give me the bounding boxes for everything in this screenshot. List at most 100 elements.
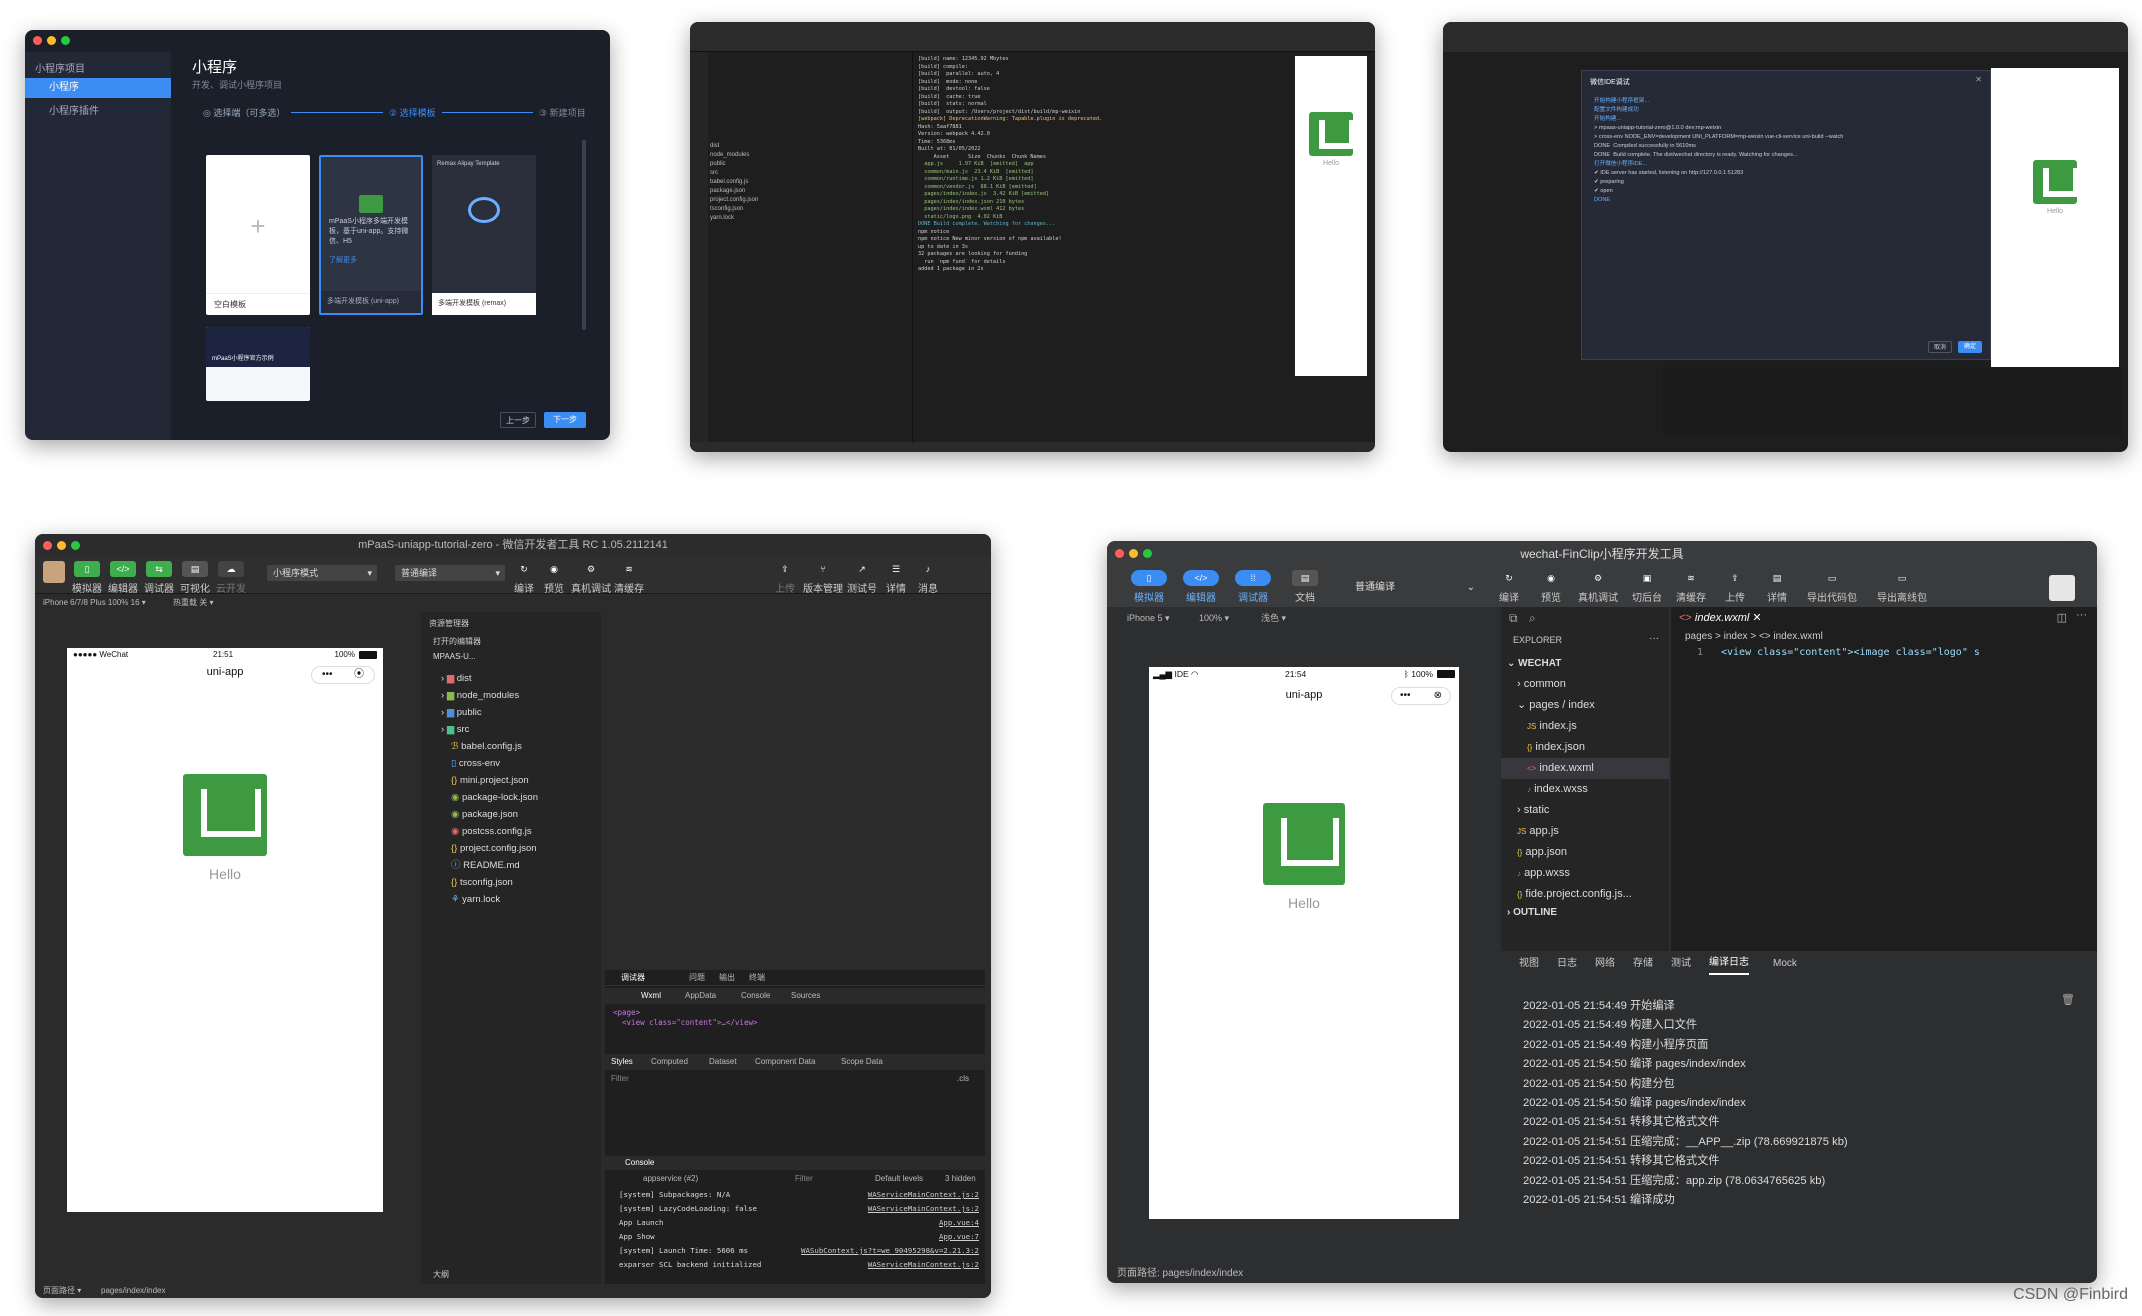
tree-item[interactable]: ◉ package-lock.json (441, 789, 538, 806)
tree-item[interactable]: {} mini.project.json (441, 772, 538, 789)
compile-button[interactable]: ↻ 编译 (509, 561, 539, 596)
tree-item[interactable]: yarn.lock (710, 214, 910, 223)
console-tab[interactable]: Console (625, 1156, 654, 1170)
tab-component-data[interactable]: Component Data (755, 1054, 815, 1070)
tab-console[interactable]: Console (741, 988, 770, 1004)
tree-item[interactable]: ℬ babel.config.js (441, 738, 538, 755)
tab-computed[interactable]: Computed (651, 1054, 688, 1070)
avatar[interactable] (2049, 575, 2075, 601)
tab-network[interactable]: 网络 (1595, 953, 1615, 975)
search-icon[interactable]: ⌕ (1529, 611, 1536, 626)
confirm-button[interactable]: 确定 (1958, 341, 1982, 353)
sidebar-item-miniprogram[interactable]: 小程序 (25, 78, 171, 98)
code-line[interactable]: <view class="content"><image class="logo… (1721, 647, 2091, 658)
levels-select[interactable]: Default levels (875, 1172, 923, 1186)
tree-item[interactable]: JS index.js (1501, 716, 1669, 737)
tree-item[interactable]: {} project.config.json (441, 840, 538, 857)
tree-item[interactable]: {} tsconfig.json (441, 874, 538, 891)
cloud-toggle[interactable]: ☁ 云开发 (215, 561, 247, 595)
editor-toggle[interactable]: </> 编辑器 (107, 561, 139, 595)
template-card-sample[interactable]: mPaaS小程序官方示例 (206, 327, 310, 401)
mode-select[interactable]: 小程序模式 ▾ (267, 565, 377, 581)
tree-item[interactable]: {} app.json (1501, 842, 1669, 863)
tab-styles[interactable]: Styles (611, 1054, 633, 1070)
scrollbar[interactable] (582, 140, 586, 330)
outline-toggle[interactable]: 大纲 (433, 1269, 449, 1280)
tree-item[interactable]: ▯ cross-env (441, 755, 538, 772)
details-button[interactable]: ☰ 详情 (881, 561, 911, 596)
tree-root[interactable]: ⌄ WECHAT (1501, 653, 1669, 674)
editor-tab[interactable]: <> index.wxml ✕ (1679, 607, 1762, 629)
tab-debugger[interactable]: 调试器 (621, 970, 645, 986)
split-editor-icon[interactable]: ◫ (2057, 611, 2067, 624)
compile-select[interactable]: 普通编译 ▾ (395, 565, 505, 581)
tree-item[interactable]: › ▆ public (441, 704, 538, 721)
explorer-more-icon[interactable]: ··· (1649, 633, 1659, 644)
version-button[interactable]: ⑂ 版本管理 (803, 561, 843, 595)
wxml-line[interactable]: <view class="content">…</view> (613, 1018, 757, 1028)
docs-toggle[interactable]: ▤ 文档 (1285, 570, 1325, 604)
messages-button[interactable]: ♪ 消息 (913, 561, 943, 595)
tab-view[interactable]: 视图 (1519, 953, 1539, 975)
export-package-button[interactable]: ▭ 导出代码包 (1799, 570, 1865, 605)
tree-item[interactable]: › ▆ node_modules (441, 687, 538, 704)
tab-compile-log[interactable]: 编译日志 (1709, 953, 1749, 975)
capsule-button[interactable]: ••• ⦿ (311, 666, 375, 684)
tree-item[interactable]: › static (1501, 800, 1669, 821)
tab-appdata[interactable]: AppData (685, 988, 716, 1004)
close-icon[interactable]: ✕ (1752, 612, 1761, 624)
clear-cache-button[interactable]: ≋ 清缓存 (1671, 570, 1711, 605)
tree-item[interactable]: › common (1501, 674, 1669, 695)
tree-item[interactable]: {} index.json (1501, 737, 1669, 758)
tree-item[interactable]: ◉ postcss.config.js (441, 823, 538, 840)
tree-item[interactable]: tsconfig.json (710, 205, 910, 214)
page-path-label[interactable]: 页面路径 ▾ (43, 1284, 81, 1298)
tree-item[interactable]: ♪ index.wxss (1501, 779, 1669, 800)
open-editors-toggle[interactable]: 打开的编辑器 (433, 636, 481, 647)
cls-button[interactable]: .cls (957, 1074, 969, 1083)
learn-more-link[interactable]: 了解更多 (329, 255, 357, 265)
template-card-blank[interactable]: + 空白模板 (206, 155, 310, 315)
tree-item[interactable]: ⓘ README.md (441, 857, 538, 874)
debugger-toggle[interactable]: ⇆ 调试器 (143, 561, 175, 595)
device-select[interactable]: iPhone 6/7/8 Plus 100% 16 ▾ (43, 594, 146, 612)
tree-item[interactable]: ⚘ yarn.lock (441, 891, 538, 908)
clear-cache-button[interactable]: ≋ 清缓存 (613, 561, 645, 596)
tree-item[interactable]: ◉ package.json (441, 806, 538, 823)
hotreload-select[interactable]: 热重载 关 ▾ (173, 594, 213, 612)
tree-item[interactable]: {} fide.project.config.js... (1501, 884, 1669, 905)
remote-debug-button[interactable]: ⚙ 真机调试 (1573, 570, 1623, 605)
next-button[interactable]: 下一步 (544, 412, 586, 428)
trash-icon[interactable]: 🗑 (2061, 993, 2075, 1006)
compile-select[interactable]: 普通编译 ⌄ (1349, 579, 1479, 597)
tree-item[interactable]: JS app.js (1501, 821, 1669, 842)
avatar[interactable] (43, 561, 65, 583)
upload-button[interactable]: ⇪ 上传 (771, 561, 799, 596)
tab-test[interactable]: 测试 (1671, 953, 1691, 975)
theme-select[interactable]: 浅色 ▾ (1261, 607, 1286, 629)
capsule-button[interactable]: ••• ⊗ (1391, 687, 1451, 705)
test-account-button[interactable]: ↗ 测试号 (845, 561, 879, 596)
template-card-uniapp[interactable]: mPaaS小程序多端开发模板，基于uni-app。支持微信、H5 了解更多 多端… (319, 155, 423, 315)
styles-filter-input[interactable]: Filter (611, 1074, 629, 1083)
simulator-toggle[interactable]: ▯ 模拟器 (1129, 570, 1169, 604)
export-offline-button[interactable]: ▭ 导出离线包 (1869, 570, 1935, 605)
tab-terminal[interactable]: 终端 (749, 970, 765, 986)
upload-button[interactable]: ⇪ 上传 (1717, 570, 1753, 605)
tab-output[interactable]: 输出 (719, 970, 735, 986)
tree-item[interactable]: src (710, 169, 910, 178)
debugger-toggle[interactable]: ⁞⁞ 调试器 (1233, 570, 1273, 604)
tab-wxml[interactable]: Wxml (641, 988, 661, 1004)
sidebar-item-plugin[interactable]: 小程序插件 (49, 102, 99, 117)
project-root[interactable]: MPAAS-U... (433, 652, 476, 661)
outline-toggle[interactable]: › OUTLINE (1501, 905, 1669, 921)
console-filter-input[interactable]: Filter (795, 1172, 813, 1186)
tree-item[interactable]: <> index.wxml (1501, 758, 1669, 779)
tab-problems[interactable]: 问题 (689, 970, 705, 986)
template-card-remax[interactable]: Remax Alipay Template 多端开发模板 (remax) (432, 155, 536, 315)
tab-storage[interactable]: 存储 (1633, 953, 1653, 975)
tree-item[interactable]: dist (710, 142, 910, 151)
device-select[interactable]: iPhone 5 ▾ (1127, 607, 1170, 629)
compile-button[interactable]: ↻ 编译 (1491, 570, 1527, 605)
tab-sources[interactable]: Sources (791, 988, 820, 1004)
